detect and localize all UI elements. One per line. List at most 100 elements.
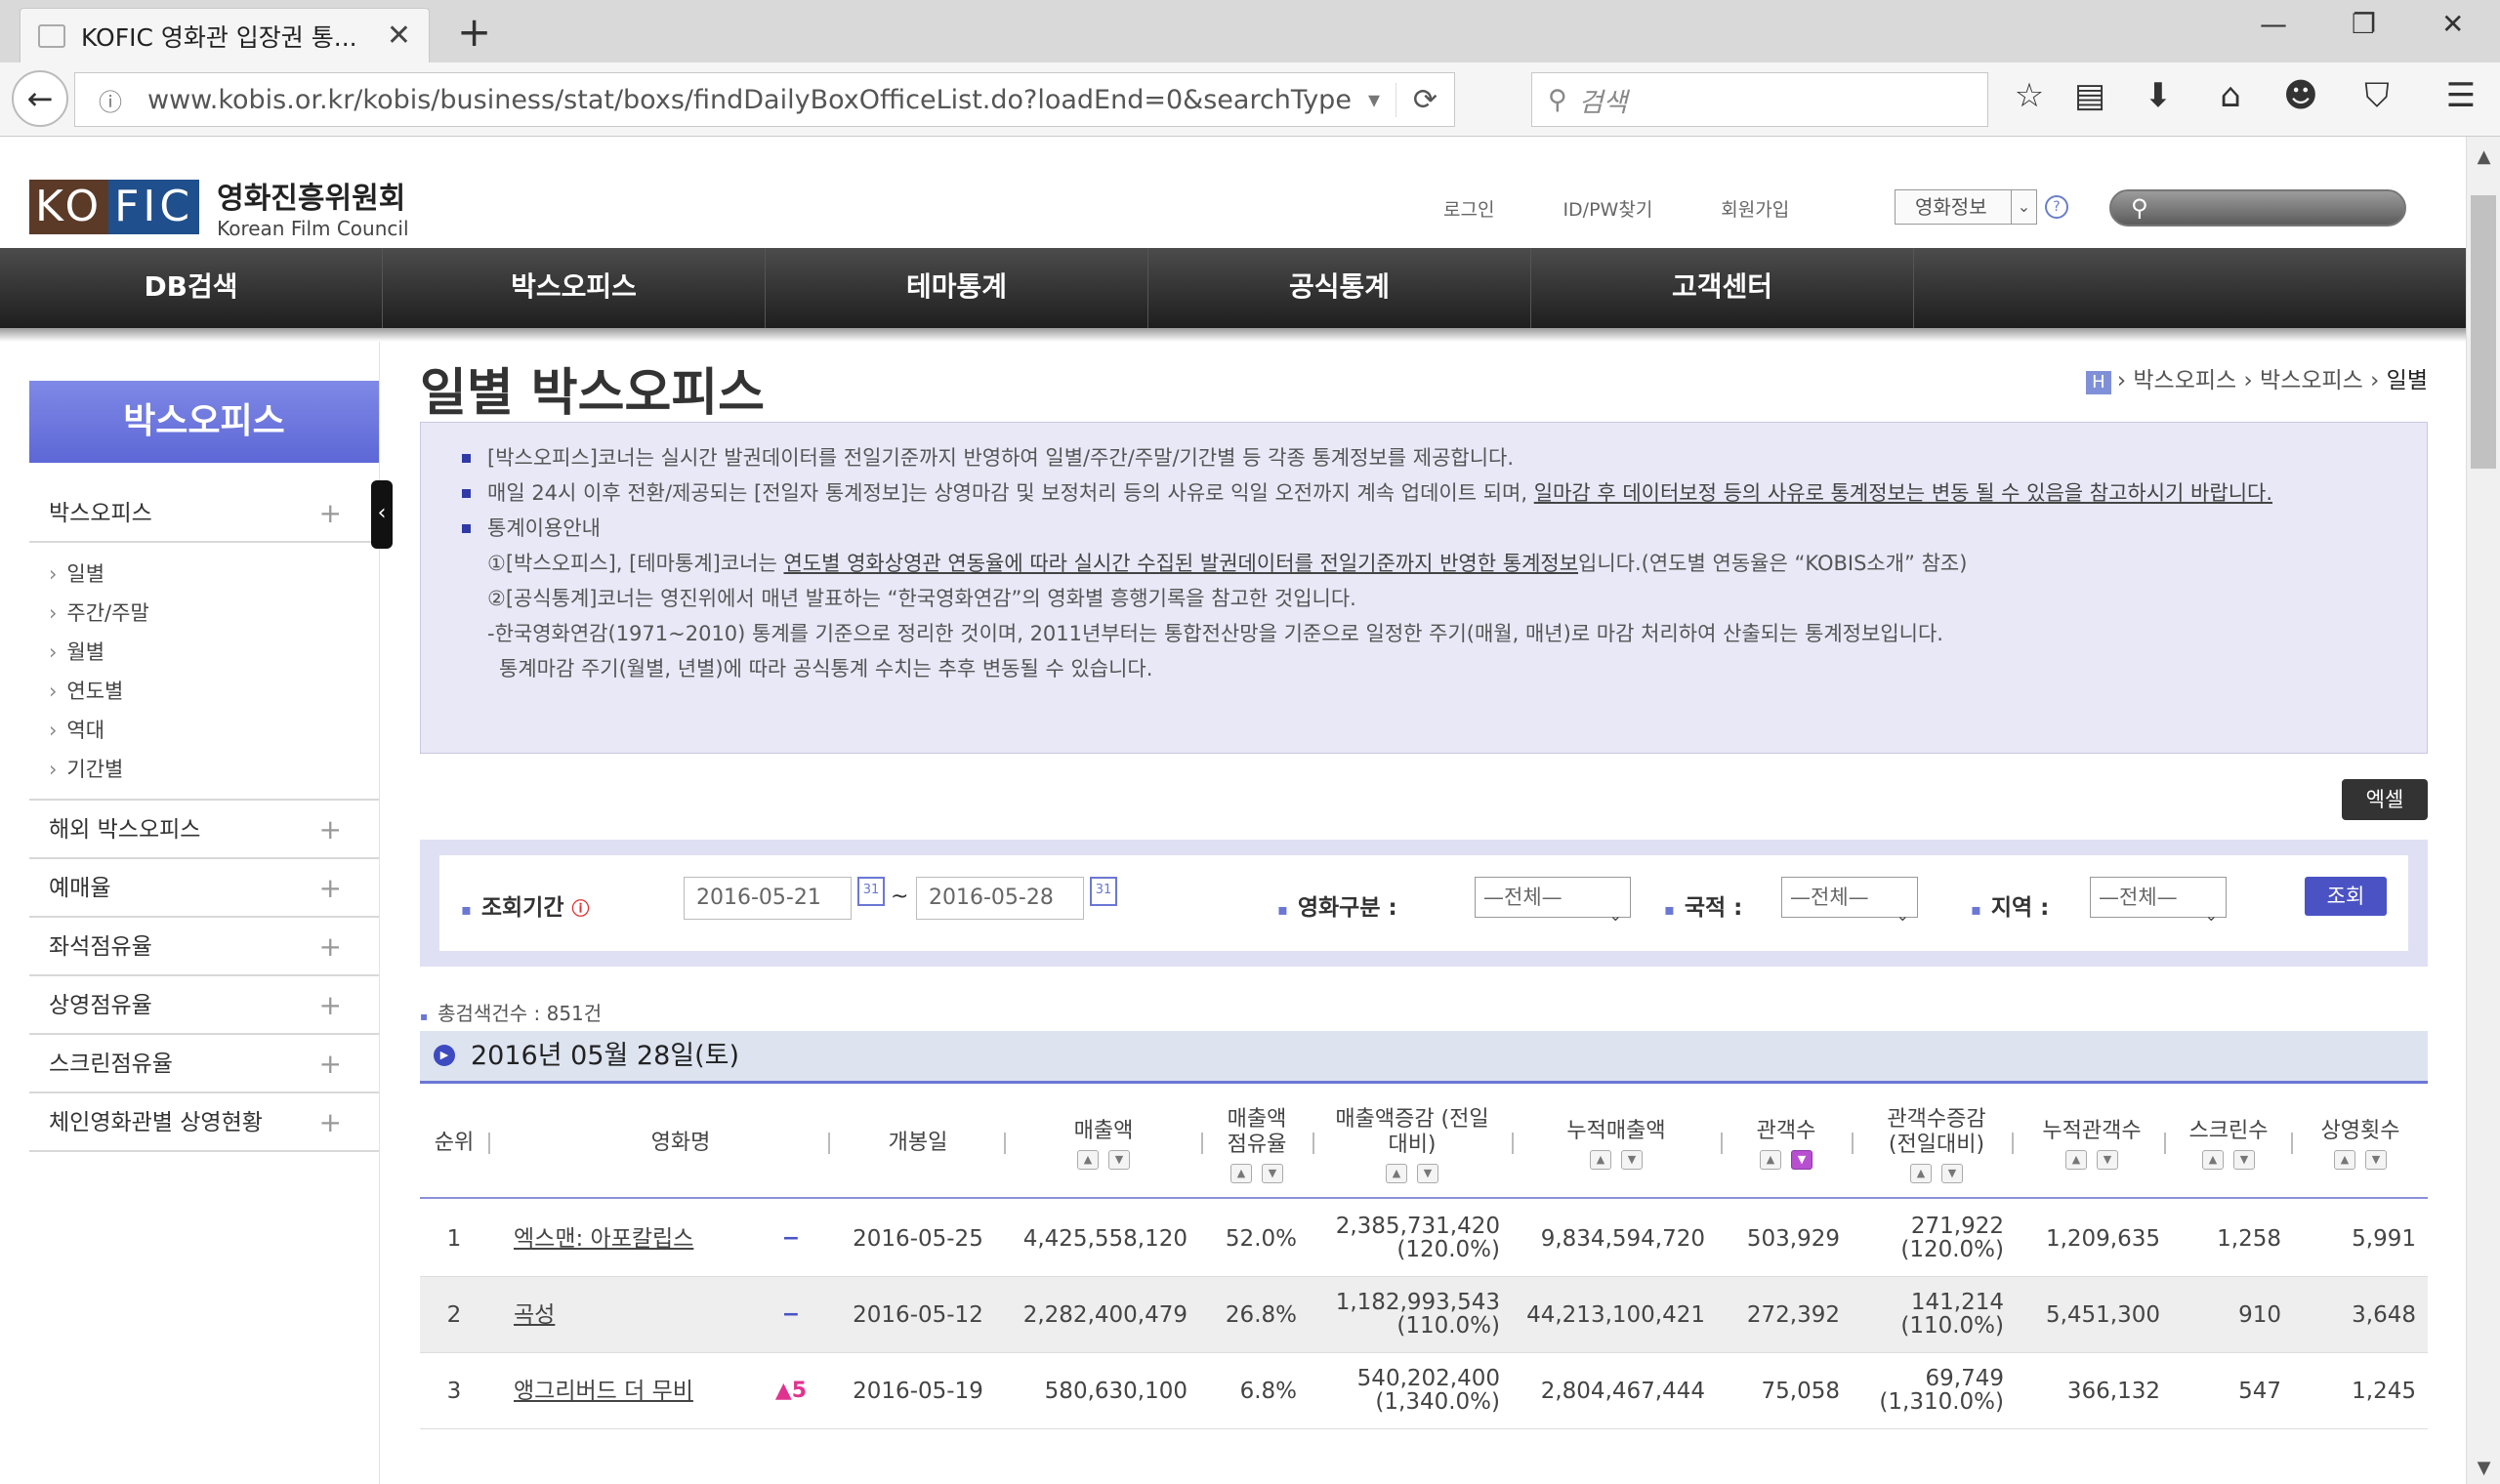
search-button[interactable]: 조회 (2305, 877, 2387, 916)
help-icon[interactable]: ? (2045, 195, 2068, 219)
select-value: —전체— (1790, 886, 1869, 909)
excel-button[interactable]: 엑셀 (2342, 779, 2428, 820)
tab-close-icon[interactable]: ✕ (387, 19, 411, 53)
breadcrumb-current: 일별 (2386, 368, 2428, 393)
cell-sales: 4,425,558,120 (1022, 1226, 1188, 1252)
gnb-box-office[interactable]: 박스오피스 (383, 248, 766, 328)
cell-shows: 1,245 (2352, 1379, 2416, 1404)
sort-down-icon[interactable]: ▼ (1791, 1150, 1812, 1170)
info-icon[interactable]: ⓘ (89, 83, 132, 117)
gnb-db-search[interactable]: DB검색 (0, 248, 383, 328)
nav-shadow (0, 328, 2466, 342)
address-bar[interactable]: ⓘ www.kobis.or.kr/kobis/business/stat/bo… (74, 72, 1455, 127)
submenu-monthly[interactable]: 월별 (49, 633, 379, 672)
sort-down-icon[interactable]: ▼ (2365, 1150, 2387, 1170)
submenu-daily[interactable]: 일별 (49, 555, 379, 594)
sidebar-item-screen-share[interactable]: 스크린점유율 + (29, 1035, 379, 1093)
sort-up-icon[interactable]: ▲ (1760, 1150, 1781, 1170)
region-select[interactable]: —전체— ⌄ (2090, 877, 2227, 925)
submenu-weekly[interactable]: 주간/주말 (49, 594, 379, 633)
sort-down-icon[interactable]: ▼ (1417, 1164, 1438, 1183)
kofic-logo[interactable]: KO FIC 영화진흥위원회 Korean Film Council (29, 174, 409, 240)
date-to-input[interactable]: 2016-05-28 (916, 877, 1084, 920)
gnb-customer-center[interactable]: 고객센터 (1531, 248, 1914, 328)
bookmark-star-icon[interactable]: ☆ (2006, 76, 2053, 115)
window-close-icon[interactable]: ✕ (2441, 8, 2464, 40)
sort-up-icon[interactable]: ▲ (1910, 1164, 1932, 1183)
sort-up-icon[interactable]: ▲ (1077, 1150, 1099, 1170)
menu-icon[interactable]: ☰ (2438, 76, 2484, 115)
sort-down-icon[interactable]: ▼ (2233, 1150, 2255, 1170)
sidebar-collapse-button[interactable]: ‹ (371, 480, 393, 549)
url-dropdown-icon[interactable]: ▾ (1353, 86, 1396, 113)
movie-title-link[interactable]: 엑스맨: 아포칼립스 (514, 1201, 758, 1277)
plus-icon: + (318, 1106, 342, 1138)
cell-shows: 5,991 (2352, 1226, 2416, 1252)
submenu-alltime[interactable]: 역대 (49, 711, 379, 750)
reload-icon[interactable]: ⟳ (1396, 82, 1454, 117)
search-category-select[interactable]: 영화정보 ⌄ (1895, 189, 2037, 225)
restore-icon[interactable]: ❐ (2352, 8, 2376, 40)
find-id-pw-link[interactable]: ID/PW찾기 (1562, 195, 1652, 222)
search-icon: ⚲ (2131, 194, 2148, 222)
smiley-icon[interactable]: ☻ (2277, 76, 2324, 115)
th-label: 매출액 (1073, 1119, 1134, 1143)
date-from-input[interactable]: 2016-05-21 (684, 877, 852, 920)
help-icon[interactable]: ⓘ (572, 899, 590, 920)
sidebar-item-chain[interactable]: 체인영화관별 상영현황 + (29, 1093, 379, 1152)
breadcrumb-item[interactable]: 박스오피스 (2133, 368, 2236, 393)
movie-type-select[interactable]: —전체— ⌄ (1475, 877, 1631, 925)
submenu-period[interactable]: 기간별 (49, 750, 379, 789)
cell-audience: 503,929 (1746, 1226, 1840, 1252)
nation-select[interactable]: —전체— ⌄ (1781, 877, 1918, 925)
sort-down-icon[interactable]: ▼ (2097, 1150, 2118, 1170)
sort-up-icon[interactable]: ▲ (2202, 1150, 2224, 1170)
sort-down-icon[interactable]: ▼ (1262, 1164, 1283, 1183)
home-icon[interactable]: ⌂ (2207, 76, 2254, 115)
login-link[interactable]: 로그인 (1443, 195, 1494, 222)
back-button[interactable]: ← (12, 70, 68, 127)
cell-open-date: 2016-05-12 (853, 1302, 983, 1328)
sidebar-item-seat-share[interactable]: 좌석점유율 + (29, 918, 379, 976)
movie-title-link[interactable]: 곡성 (514, 1277, 758, 1353)
gnb-official-stats[interactable]: 공식통계 (1148, 248, 1531, 328)
sort-up-icon[interactable]: ▲ (1386, 1164, 1407, 1183)
sidebar-item-label: 예매율 (49, 876, 111, 901)
browser-navbar: ← ⓘ www.kobis.or.kr/kobis/business/stat/… (0, 62, 2500, 137)
home-icon[interactable]: H (2085, 371, 2111, 394)
signup-link[interactable]: 회원가입 (1721, 195, 1789, 222)
new-tab-icon[interactable]: + (457, 8, 491, 56)
browser-search-input[interactable]: ⚲ 검색 (1531, 72, 1988, 127)
site-search-input[interactable]: ⚲ (2109, 189, 2406, 227)
th-label: 스크린수 (2188, 1119, 2269, 1143)
cell-audience-diff: 271,922 (120.0%) (1854, 1201, 2004, 1277)
scroll-thumb[interactable] (2471, 195, 2496, 469)
sidebar-item-reservation[interactable]: 예매율 + (29, 859, 379, 918)
sidebar-item-overseas[interactable]: 해외 박스오피스 + (29, 801, 379, 859)
sidebar-item-show-share[interactable]: 상영점유율 + (29, 976, 379, 1035)
table-row: 2 곡성 − 2016-05-12 2,282,400,479 26.8% 1,… (420, 1277, 2428, 1353)
calendar-icon[interactable]: 31 (857, 877, 885, 906)
minimize-icon[interactable]: — (2260, 8, 2287, 40)
sort-up-icon[interactable]: ▲ (2065, 1150, 2087, 1170)
sort-down-icon[interactable]: ▼ (1941, 1164, 1963, 1183)
browser-tab[interactable]: KOFIC 영화관 입장권 통... ✕ (20, 8, 430, 62)
sort-up-icon[interactable]: ▲ (1590, 1150, 1611, 1170)
scroll-down-icon[interactable]: ▼ (2467, 1458, 2500, 1478)
sort-up-icon[interactable]: ▲ (1230, 1164, 1252, 1183)
calendar-icon[interactable]: 31 (1090, 877, 1117, 906)
sidebar-item-box-office[interactable]: 박스오피스 + (29, 484, 379, 543)
sort-down-icon[interactable]: ▼ (1621, 1150, 1643, 1170)
download-icon[interactable]: ⬇ (2135, 76, 2182, 115)
sort-up-icon[interactable]: ▲ (2334, 1150, 2355, 1170)
pocket-icon[interactable]: ⛉ (2354, 76, 2400, 115)
sort-down-icon[interactable]: ▼ (1108, 1150, 1130, 1170)
favicon-icon (38, 23, 65, 48)
vertical-scrollbar[interactable]: ▲ ▼ (2466, 137, 2500, 1484)
gnb-theme-stats[interactable]: 테마통계 (766, 248, 1148, 328)
breadcrumb-item[interactable]: 박스오피스 (2260, 368, 2363, 393)
reading-list-icon[interactable]: ▤ (2066, 76, 2113, 115)
submenu-yearly[interactable]: 연도별 (49, 672, 379, 711)
movie-title-link[interactable]: 앵그리버드 더 무비 (514, 1353, 758, 1429)
scroll-up-icon[interactable]: ▲ (2467, 146, 2500, 167)
